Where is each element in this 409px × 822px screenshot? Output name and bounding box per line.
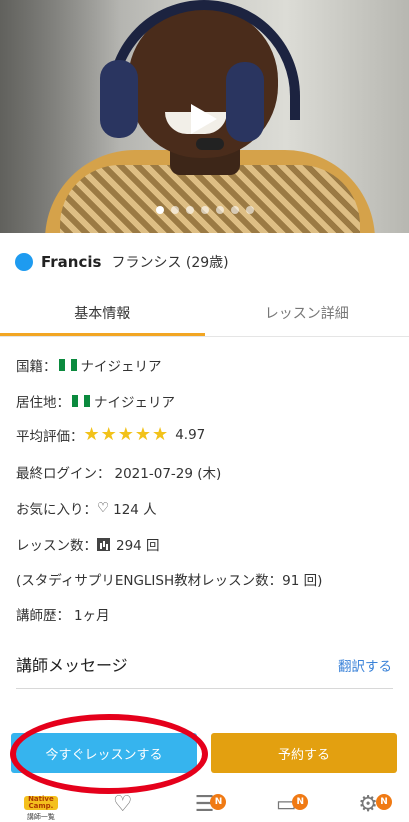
heart-icon: ♡ bbox=[97, 500, 110, 516]
headset-earcup-right bbox=[226, 62, 264, 142]
last-login-value: 2021-07-29 (木) bbox=[114, 466, 222, 482]
nigeria-flag-icon bbox=[58, 359, 77, 371]
bottom-nav: Native Camp. 講師一覧 ♡ ☰ N ▭ N ⚙ N bbox=[0, 790, 409, 822]
carousel-dots bbox=[0, 206, 409, 214]
rating-row: 平均評価： ★★★★★ 4.97 bbox=[16, 424, 205, 445]
nav-reservations[interactable]: ☰ N bbox=[174, 790, 234, 822]
teacher-name-jp: フランシス (29歳) bbox=[111, 255, 229, 271]
teacher-name-en: Francis bbox=[41, 253, 102, 271]
book-button[interactable]: 予約する bbox=[211, 733, 397, 773]
profile-tabs: 基本情報 レッスン詳細 bbox=[0, 295, 409, 337]
lessons-label: レッスン数： bbox=[16, 538, 97, 554]
last-login-label: 最終ログイン： bbox=[16, 466, 111, 482]
rating-label: 平均評価： bbox=[16, 428, 84, 445]
nav-messages[interactable]: ▭ N bbox=[256, 790, 316, 822]
favorites-value: 124 人 bbox=[113, 502, 157, 518]
studysapuri-text: (スタディサプリENGLISH教材レッスン数：91 回) bbox=[16, 573, 323, 589]
headset-mic bbox=[196, 138, 224, 150]
rating-stars-icon: ★★★★★ bbox=[83, 424, 170, 445]
residence-label: 居住地： bbox=[16, 395, 70, 411]
nav-home[interactable]: Native Camp. 講師一覧 bbox=[11, 790, 71, 822]
bar-chart-icon bbox=[97, 537, 110, 551]
carousel-dot[interactable] bbox=[245, 206, 254, 214]
headset-earcup-left bbox=[100, 60, 138, 138]
teacher-video[interactable] bbox=[0, 0, 409, 233]
heart-icon: ♡ bbox=[112, 792, 133, 817]
nigeria-flag-icon bbox=[72, 395, 90, 407]
gear-icon: ⚙ bbox=[358, 792, 378, 817]
carousel-dot[interactable] bbox=[155, 206, 164, 214]
divider bbox=[16, 688, 393, 689]
carousel-dot[interactable] bbox=[170, 206, 179, 214]
nationality-label: 国籍： bbox=[16, 359, 57, 375]
residence-row: 居住地： ナイジェリア bbox=[16, 391, 175, 411]
nationality-row: 国籍： ナイジェリア bbox=[16, 355, 162, 375]
notification-badge: N bbox=[210, 794, 227, 810]
lessons-value: 294 回 bbox=[116, 538, 160, 554]
teacher-name-row: Francis フランシス (29歳) bbox=[15, 252, 229, 272]
experience-value: 1ヶ月 bbox=[74, 608, 110, 624]
lessons-row: レッスン数： 294 回 bbox=[16, 534, 160, 554]
translate-link[interactable]: 翻訳する bbox=[338, 655, 392, 675]
notification-badge: N bbox=[292, 794, 309, 810]
lesson-now-button[interactable]: 今すぐレッスンする bbox=[11, 733, 197, 773]
carousel-dot[interactable] bbox=[185, 206, 194, 214]
shirt-pattern bbox=[60, 165, 360, 233]
teacher-message-title: 講師メッセージ bbox=[16, 656, 128, 675]
last-login-row: 最終ログイン： 2021-07-29 (木) bbox=[16, 462, 221, 482]
nav-settings[interactable]: ⚙ N bbox=[338, 790, 398, 822]
experience-row: 講師歴： 1ヶ月 bbox=[16, 604, 110, 624]
residence-value: ナイジェリア bbox=[94, 395, 175, 411]
native-camp-logo: Native Camp. bbox=[23, 796, 58, 810]
favorites-label: お気に入り： bbox=[16, 502, 97, 518]
online-status-icon bbox=[15, 253, 33, 271]
nationality-value: ナイジェリア bbox=[80, 359, 162, 375]
notification-badge: N bbox=[376, 794, 393, 810]
nav-favorites[interactable]: ♡ bbox=[93, 790, 153, 822]
carousel-dot[interactable] bbox=[230, 206, 239, 214]
experience-label: 講師歴： bbox=[16, 608, 70, 624]
tab-lesson-details[interactable]: レッスン詳細 bbox=[205, 295, 409, 336]
studysapuri-row: (スタディサプリENGLISH教材レッスン数：91 回) bbox=[16, 569, 322, 589]
favorites-row: お気に入り： ♡ 124 人 bbox=[16, 498, 157, 518]
carousel-dot[interactable] bbox=[200, 206, 209, 214]
carousel-dot[interactable] bbox=[215, 206, 224, 214]
nav-home-label: 講師一覧 bbox=[26, 813, 55, 821]
rating-value: 4.97 bbox=[175, 426, 206, 443]
tab-basic-info[interactable]: 基本情報 bbox=[0, 295, 205, 336]
play-icon[interactable] bbox=[191, 104, 217, 134]
